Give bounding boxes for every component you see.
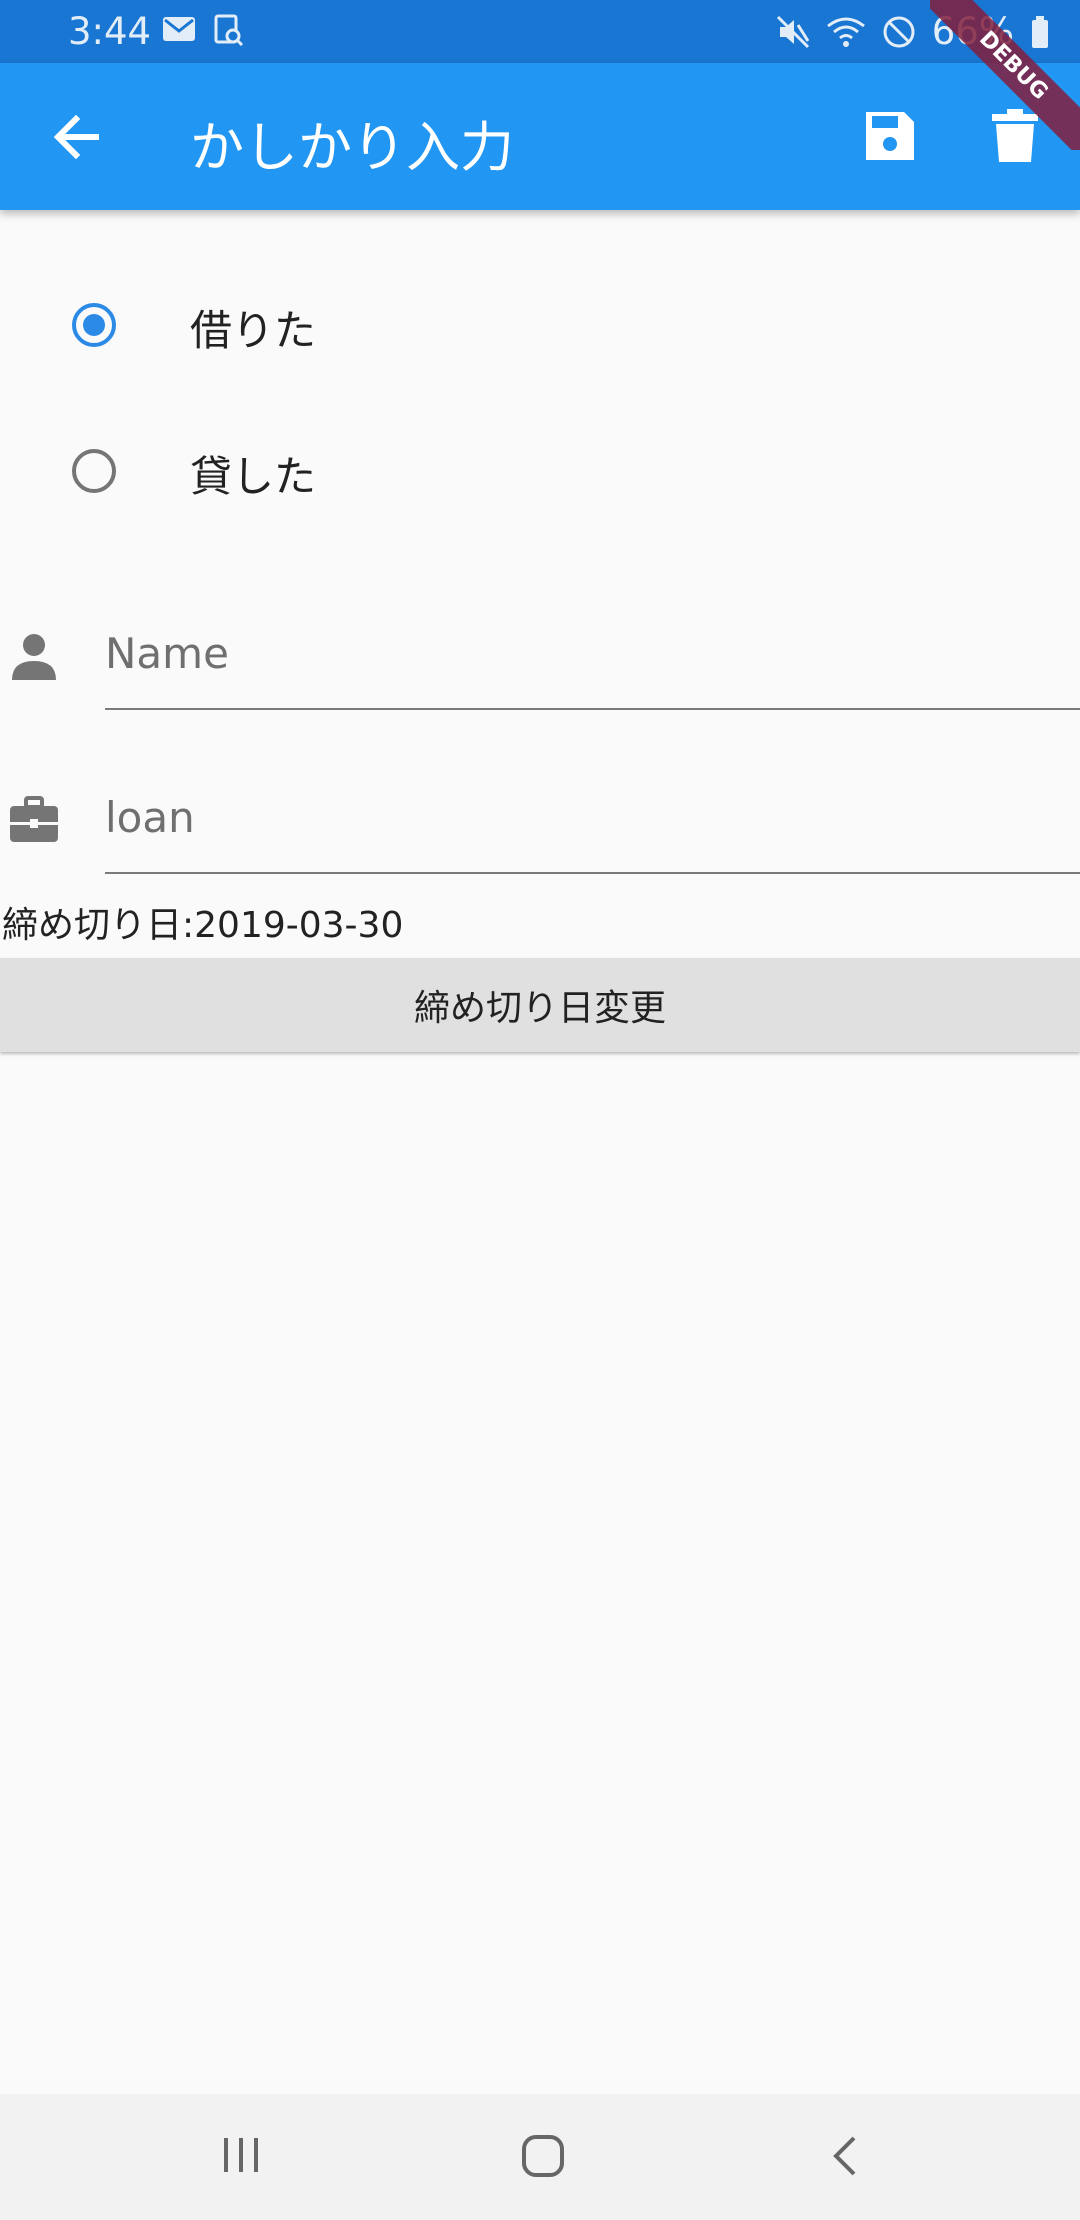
mute-icon: [776, 15, 810, 49]
loan-input-underline: [105, 872, 1080, 874]
radio-option-lent[interactable]: 貸した: [0, 417, 1080, 527]
battery-icon: [1030, 15, 1050, 49]
recent-apps-icon[interactable]: [220, 2134, 262, 2180]
battery-text: 66%: [931, 10, 1014, 53]
name-field-row: [0, 600, 1080, 740]
radio-label-borrowed: 借りた: [190, 306, 317, 355]
status-time: 3:44: [68, 10, 152, 53]
home-icon[interactable]: [521, 2134, 565, 2182]
radio-selected-icon[interactable]: [70, 301, 118, 349]
name-input[interactable]: [105, 618, 1080, 688]
loan-input[interactable]: [105, 782, 1080, 852]
name-input-underline: [105, 708, 1080, 710]
change-deadline-button[interactable]: 締め切り日変更: [0, 958, 1080, 1052]
page-title: かしかり入力: [190, 116, 514, 179]
deadline-text: 締め切り日:2019-03-30: [2, 905, 404, 946]
screenshot-icon: [214, 14, 244, 46]
app-bar: かしかり入力: [0, 63, 1080, 210]
person-icon: [8, 630, 60, 682]
back-arrow-icon[interactable]: [46, 107, 106, 167]
wifi-icon: [826, 16, 866, 48]
loan-field-row: [0, 764, 1080, 904]
save-icon[interactable]: [862, 108, 918, 164]
back-icon[interactable]: [828, 2134, 864, 2182]
radio-unselected-icon[interactable]: [70, 447, 118, 495]
radio-option-borrowed[interactable]: 借りた: [0, 271, 1080, 381]
briefcase-icon: [8, 794, 60, 846]
delete-icon[interactable]: [990, 108, 1040, 164]
mail-icon: [162, 14, 196, 46]
radio-label-lent: 貸した: [190, 452, 317, 501]
status-bar: 3:44 66%: [0, 0, 1080, 63]
blocked-icon: [882, 15, 916, 49]
system-nav-bar: [0, 2094, 1080, 2220]
